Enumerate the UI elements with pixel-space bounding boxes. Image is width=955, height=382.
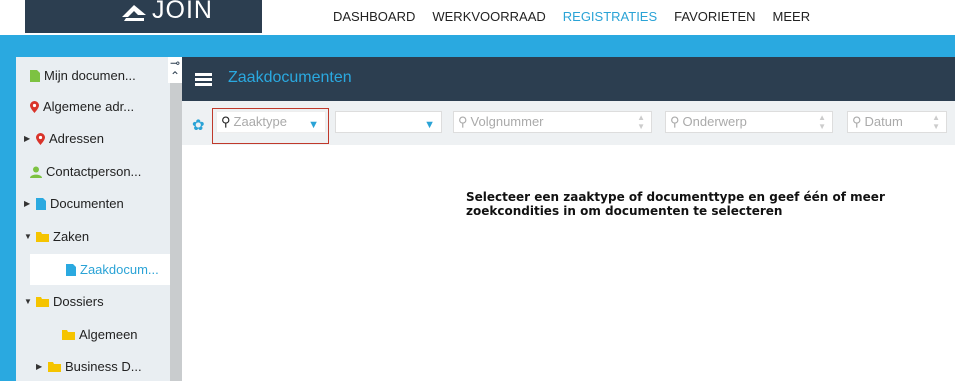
sidebar-item-zaakdocumenten[interactable]: Zaakdocum... (30, 254, 170, 285)
nav-dashboard[interactable]: DASHBOARD (333, 9, 415, 24)
header-band (0, 35, 955, 57)
sidebar-scrollbar[interactable] (170, 57, 182, 381)
menu-icon[interactable] (195, 73, 212, 86)
folder-icon (62, 329, 75, 340)
sidebar-item-documenten[interactable]: ▶ Documenten (24, 188, 170, 219)
sidebar-item-label: Documenten (50, 196, 124, 211)
nav-meer[interactable]: MEER (773, 9, 811, 24)
folder-icon (36, 231, 49, 242)
folder-icon (36, 296, 49, 307)
person-icon (30, 166, 42, 178)
expand-arrow-icon[interactable]: ▶ (24, 199, 36, 208)
expand-arrow-icon[interactable]: ▶ (24, 134, 36, 143)
sidebar-item-algemene-adressen[interactable]: Algemene adr... (30, 91, 170, 122)
location-pin-icon (30, 100, 39, 113)
sidebar-item-business-d[interactable]: ▶ Business D... (36, 351, 170, 382)
search-icon: ⚲ (852, 114, 862, 129)
onderwerp-input[interactable]: ⚲ Onderwerp ▲ ▼ (665, 111, 833, 133)
sidebar-item-label: Zaakdocum... (80, 262, 159, 277)
datum-placeholder: Datum (864, 114, 903, 129)
document-icon (66, 263, 76, 276)
location-pin-icon (36, 132, 45, 145)
gear-icon[interactable]: ✿ (192, 116, 205, 134)
left-strip (0, 57, 16, 381)
logo-text: JOIN (152, 0, 213, 24)
sidebar-item-adressen[interactable]: ▶ Adressen (24, 123, 170, 154)
sidebar: Mijn documen... Algemene adr... ▶ Adress… (16, 57, 170, 381)
nav-registraties[interactable]: REGISTRATIES (563, 9, 657, 24)
nav-werkvoorraad[interactable]: WERKVOORRAAD (432, 9, 545, 24)
pin-collapse-icon[interactable]: ⊸ ⌃ (168, 57, 182, 83)
highlight-box (212, 108, 329, 144)
spinner-icon[interactable]: ▲ ▼ (637, 113, 645, 131)
sidebar-item-label: Zaken (53, 229, 90, 244)
search-icon: ⚲ (458, 114, 468, 129)
volgnummer-input[interactable]: ⚲ Volgnummer ▲ ▼ (453, 111, 652, 133)
spinner-icon[interactable]: ▲ ▼ (818, 113, 826, 131)
sidebar-item-mijn-documenten[interactable]: Mijn documen... (30, 60, 170, 91)
sidebar-item-label: Mijn documen... (44, 68, 136, 83)
collapse-arrow-icon[interactable]: ▼ (24, 297, 36, 306)
sidebar-item-algemeen[interactable]: Algemeen (62, 319, 170, 350)
sidebar-item-label: Business D... (65, 359, 142, 374)
sidebar-item-dossiers[interactable]: ▼ Dossiers (24, 286, 170, 317)
spinner-icon[interactable]: ▲ ▼ (932, 113, 940, 131)
datum-input[interactable]: ⚲ Datum ▲ ▼ (847, 111, 947, 133)
folder-icon (48, 361, 61, 372)
sidebar-item-label: Adressen (49, 131, 104, 146)
top-bar: JOIN DASHBOARD WERKVOORRAAD REGISTRATIES… (0, 0, 955, 35)
document-icon (36, 197, 46, 210)
documenttype-select[interactable]: ▼ (335, 111, 442, 133)
sidebar-item-label: Algemene adr... (43, 99, 135, 114)
sidebar-item-label: Contactperson... (46, 164, 142, 179)
collapse-arrow-icon[interactable]: ▼ (24, 232, 36, 241)
expand-arrow-icon[interactable]: ▶ (36, 362, 48, 371)
logo[interactable]: JOIN (25, 0, 262, 33)
chevron-down-icon: ▼ (424, 119, 435, 131)
volgnummer-placeholder: Volgnummer (470, 114, 544, 129)
nav-favorieten[interactable]: FAVORIETEN (674, 9, 755, 24)
sidebar-item-zaken[interactable]: ▼ Zaken (24, 221, 170, 252)
document-icon (30, 69, 40, 82)
logo-icon (122, 5, 146, 21)
sidebar-item-label: Algemeen (79, 327, 138, 342)
onderwerp-placeholder: Onderwerp (682, 114, 747, 129)
empty-state-message: Selecteer een zaaktype of documenttype e… (466, 190, 885, 218)
main-nav: DASHBOARD WERKVOORRAAD REGISTRATIES FAVO… (333, 9, 827, 24)
content-header: Zaakdocumenten (182, 57, 955, 101)
search-icon: ⚲ (670, 114, 680, 129)
sidebar-item-label: Dossiers (53, 294, 104, 309)
sidebar-item-contactpersonen[interactable]: Contactperson... (30, 156, 170, 187)
page-title: Zaakdocumenten (228, 69, 352, 86)
